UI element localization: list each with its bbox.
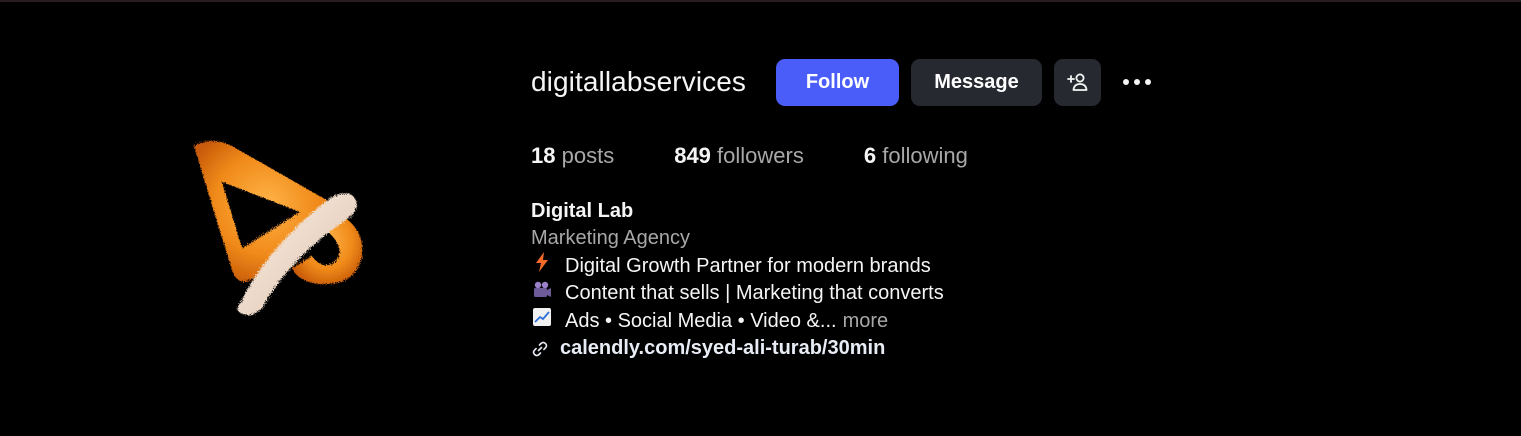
bio-link[interactable]: calendly.com/syed-ali-turab/30min	[531, 335, 1153, 362]
digital-lab-logo-icon	[194, 141, 363, 316]
suggest-accounts-button[interactable]	[1054, 58, 1102, 106]
bio-category: Marketing Agency	[531, 227, 690, 249]
bio-line-text: Digital Growth Partner for modern brands	[565, 254, 931, 277]
profile-bio: Digital Lab Marketing Agency Digital Gro…	[531, 198, 1153, 362]
follow-button[interactable]: Follow	[776, 58, 900, 106]
bio-line-text: Content that sells | Marketing that conv…	[565, 282, 944, 304]
chart-increasing-emoji-icon	[531, 307, 553, 335]
followers-label: followers	[717, 143, 804, 168]
following-label: following	[882, 143, 968, 168]
posts-count: 18	[531, 143, 556, 168]
following-count: 6	[863, 143, 877, 168]
message-button[interactable]: Message	[911, 58, 1043, 106]
bio-name: Digital Lab	[531, 200, 634, 222]
username: digitallabservices	[531, 66, 747, 97]
more-options-icon[interactable]	[1121, 59, 1153, 106]
posts-stat: 18 posts	[531, 143, 614, 169]
bio-line: Content that sells | Marketing that conv…	[531, 280, 1153, 307]
profile-info: digitallabservices Follow Message 18 pos…	[531, 58, 1153, 362]
bio-line: Ads • Social Media • Video &... more	[531, 307, 1153, 335]
add-person-icon	[1066, 73, 1087, 91]
link-icon	[531, 340, 551, 358]
top-border	[0, 0, 1521, 2]
profile-avatar[interactable]	[180, 128, 376, 324]
profile-header: digitallabservices Follow Message	[531, 58, 1153, 106]
lightning-emoji-icon	[531, 252, 553, 280]
followers-count: 849	[674, 143, 711, 168]
bio-more-link[interactable]: more	[843, 308, 889, 335]
film-camera-emoji-icon	[531, 280, 553, 307]
following-stat[interactable]: 6 following	[864, 143, 968, 169]
followers-stat[interactable]: 849 followers	[674, 143, 804, 169]
bio-link-text[interactable]: calendly.com/syed-ali-turab/30min	[560, 335, 885, 362]
bio-line-text: Ads • Social Media • Video &...	[565, 309, 837, 332]
profile-stats: 18 posts 849 followers 6 following	[531, 141, 1153, 171]
posts-label: posts	[561, 143, 615, 168]
bio-line: Digital Growth Partner for modern brands	[531, 252, 1153, 280]
